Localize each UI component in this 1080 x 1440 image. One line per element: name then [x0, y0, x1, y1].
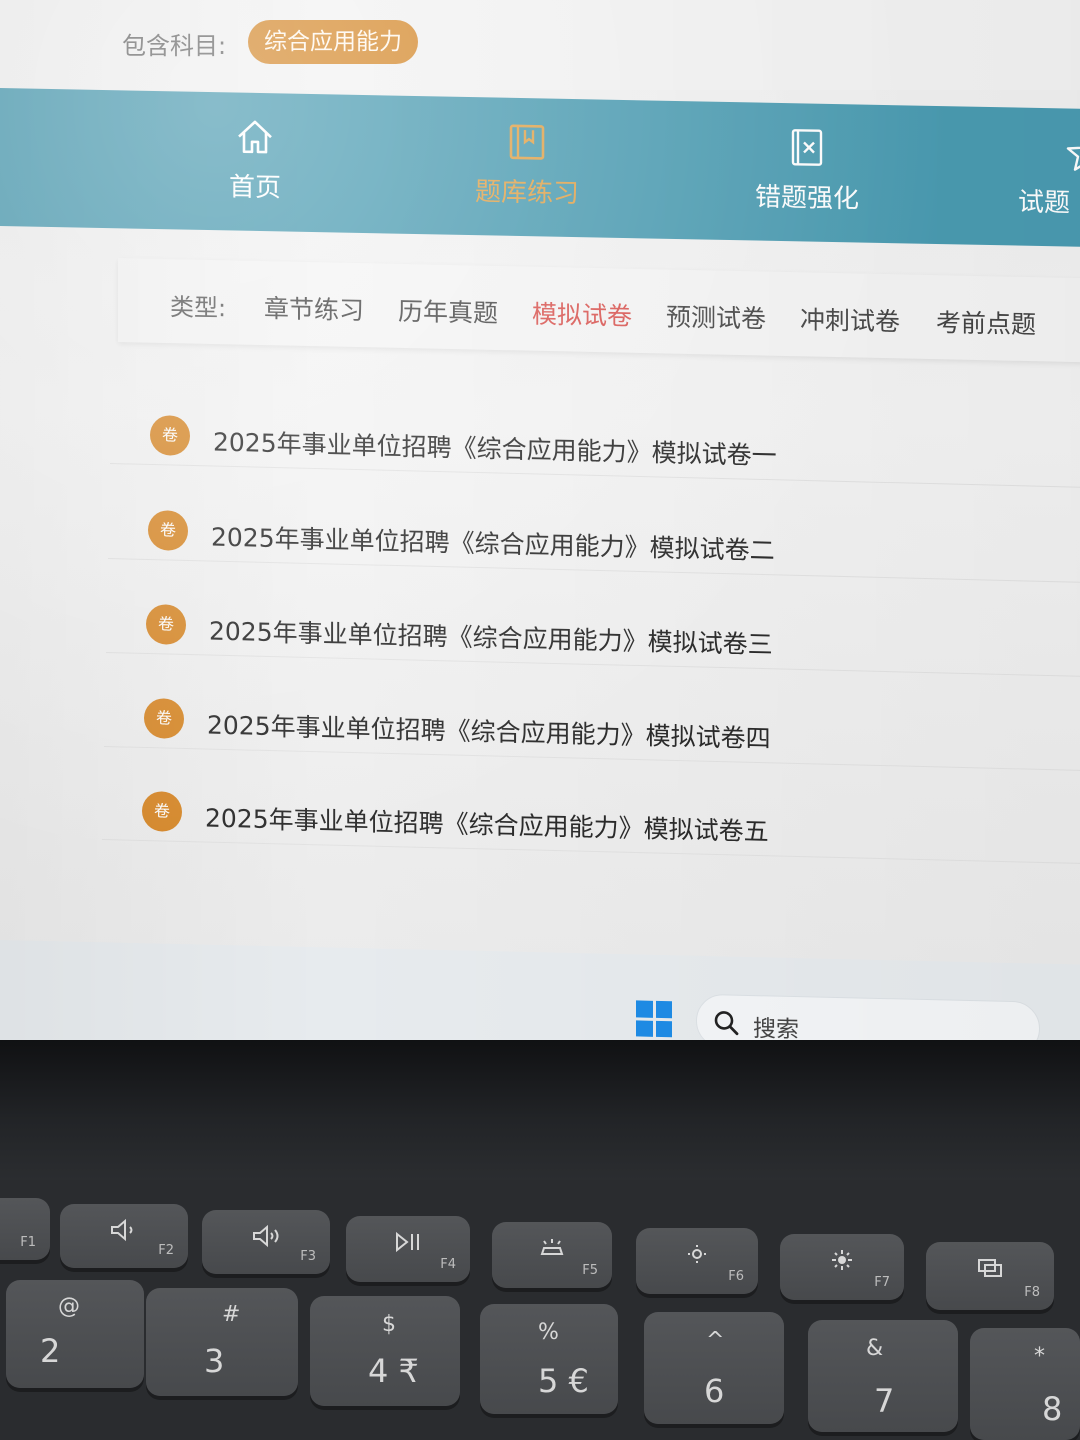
- key-symbol: ^: [706, 1328, 725, 1353]
- paper-badge: 卷: [150, 414, 190, 456]
- fn-label: F6: [728, 1269, 744, 1284]
- key-number: 2: [40, 1332, 61, 1370]
- keyboard: F1 F2 F3 F4 F5 F6 F7 F8 @ 2 # 3 $ 4 ₹ %: [0, 1180, 1080, 1440]
- windows-start-icon[interactable]: [636, 1000, 672, 1038]
- fn-label: F5: [582, 1263, 598, 1278]
- tab-sprint-papers[interactable]: 冲刺试卷: [800, 300, 900, 338]
- key-symbol: %: [538, 1320, 559, 1345]
- nav-item-label: 错题强化: [754, 182, 859, 215]
- brightness-up-icon: [832, 1250, 852, 1270]
- nav-item-label: 试题: [1018, 187, 1071, 219]
- tab-mock-papers[interactable]: 模拟试卷: [532, 295, 632, 333]
- key-symbol: &: [866, 1336, 884, 1361]
- paper-title[interactable]: 2025年事业单位招聘《综合应用能力》模拟试卷二: [211, 518, 775, 568]
- tab-final-tips[interactable]: 考前点题: [936, 303, 1036, 341]
- key-3[interactable]: # 3: [146, 1288, 298, 1396]
- paper-list: 卷 2025年事业单位招聘《综合应用能力》模拟试卷一 卷 2025年事业单位招聘…: [0, 370, 1080, 910]
- paper-title[interactable]: 2025年事业单位招聘《综合应用能力》模拟试卷三: [209, 612, 773, 662]
- paper-badge: 卷: [142, 790, 182, 832]
- nav-item-wrong-questions[interactable]: 错题强化: [742, 102, 872, 242]
- nav-item-question-bank[interactable]: 题库练习: [462, 97, 592, 237]
- tab-chapter-practice[interactable]: 章节练习: [264, 289, 364, 327]
- keyboard-backlight-icon: [540, 1239, 564, 1255]
- nav-item-label: 题库练习: [474, 177, 579, 210]
- subject-label: 包含科目:: [122, 32, 227, 60]
- fn-label: F3: [300, 1249, 316, 1264]
- key-5[interactable]: % 5 €: [480, 1304, 618, 1414]
- key-f5[interactable]: F5: [492, 1222, 612, 1288]
- key-6[interactable]: ^ 6: [644, 1312, 784, 1424]
- fn-label: F7: [874, 1275, 890, 1290]
- home-icon: [238, 120, 272, 154]
- paper-title[interactable]: 2025年事业单位招聘《综合应用能力》模拟试卷一: [213, 423, 777, 473]
- fn-label: F2: [158, 1243, 174, 1258]
- key-f6[interactable]: F6: [636, 1228, 758, 1294]
- wrong-question-icon: [791, 129, 823, 166]
- star-icon: [1066, 134, 1080, 172]
- tab-prediction-papers[interactable]: 预测试卷: [666, 297, 766, 335]
- key-7[interactable]: & 7: [808, 1320, 958, 1432]
- tab-past-papers[interactable]: 历年真题: [398, 292, 498, 330]
- key-symbol: #: [222, 1302, 241, 1327]
- key-f1[interactable]: F1: [0, 1198, 50, 1260]
- book-icon: [509, 124, 545, 160]
- fn-label: F4: [440, 1257, 456, 1272]
- key-number: 6: [704, 1372, 725, 1410]
- key-f4[interactable]: F4: [346, 1216, 470, 1282]
- key-number: 3: [204, 1342, 225, 1380]
- key-8[interactable]: * 8: [970, 1328, 1080, 1440]
- main-nav: 首页 题库练习 错题强化 试题: [0, 88, 1080, 247]
- laptop-bezel: [0, 1040, 1080, 1200]
- paper-badge: 卷: [148, 509, 188, 551]
- type-filter-bar: 类型: 章节练习 历年真题 模拟试卷 预测试卷 冲刺试卷 考前点题: [118, 258, 1080, 363]
- paper-badge: 卷: [144, 697, 184, 739]
- key-symbol: $: [382, 1312, 396, 1337]
- key-symbol: *: [1034, 1344, 1045, 1369]
- nav-item-home[interactable]: 首页: [210, 92, 300, 232]
- paper-title[interactable]: 2025年事业单位招聘《综合应用能力》模拟试卷四: [207, 706, 771, 756]
- key-number: 8: [1042, 1390, 1063, 1428]
- key-f7[interactable]: F7: [780, 1234, 904, 1300]
- search-icon: [714, 1011, 739, 1036]
- type-label: 类型:: [170, 293, 227, 323]
- taskbar: 搜索: [0, 940, 1080, 1040]
- key-4[interactable]: $ 4 ₹: [310, 1296, 460, 1406]
- taskbar-search[interactable]: 搜索: [696, 993, 1040, 1040]
- key-number: 7: [874, 1382, 895, 1420]
- key-f2[interactable]: F2: [60, 1204, 188, 1268]
- key-f3[interactable]: F3: [202, 1210, 330, 1274]
- fn-label: F1: [20, 1235, 36, 1250]
- play-pause-icon: [396, 1231, 419, 1253]
- paper-badge: 卷: [146, 603, 186, 645]
- nav-item-exam[interactable]: 试题: [1018, 108, 1080, 248]
- display-switch-icon: [978, 1259, 1002, 1277]
- volume-up-icon: [253, 1224, 279, 1248]
- key-f8[interactable]: F8: [926, 1242, 1054, 1310]
- subject-pill[interactable]: 综合应用能力: [248, 20, 418, 64]
- brightness-down-icon: [688, 1245, 706, 1263]
- key-2[interactable]: @ 2: [6, 1280, 144, 1388]
- fn-label: F8: [1024, 1285, 1040, 1300]
- search-placeholder: 搜索: [753, 1016, 799, 1040]
- nav-item-label: 首页: [228, 172, 281, 204]
- key-symbol: @: [58, 1294, 80, 1319]
- subject-row: 包含科目: 综合应用能力: [0, 0, 1080, 90]
- key-number: 4 ₹: [368, 1352, 419, 1390]
- key-number: 5 €: [538, 1362, 589, 1400]
- volume-down-icon: [111, 1218, 133, 1242]
- laptop-screen: 包含科目: 综合应用能力 首页 题库练习 错题强化 试题 类型: 章节练习 历年…: [0, 0, 1080, 1040]
- paper-title[interactable]: 2025年事业单位招聘《综合应用能力》模拟试卷五: [205, 799, 769, 849]
